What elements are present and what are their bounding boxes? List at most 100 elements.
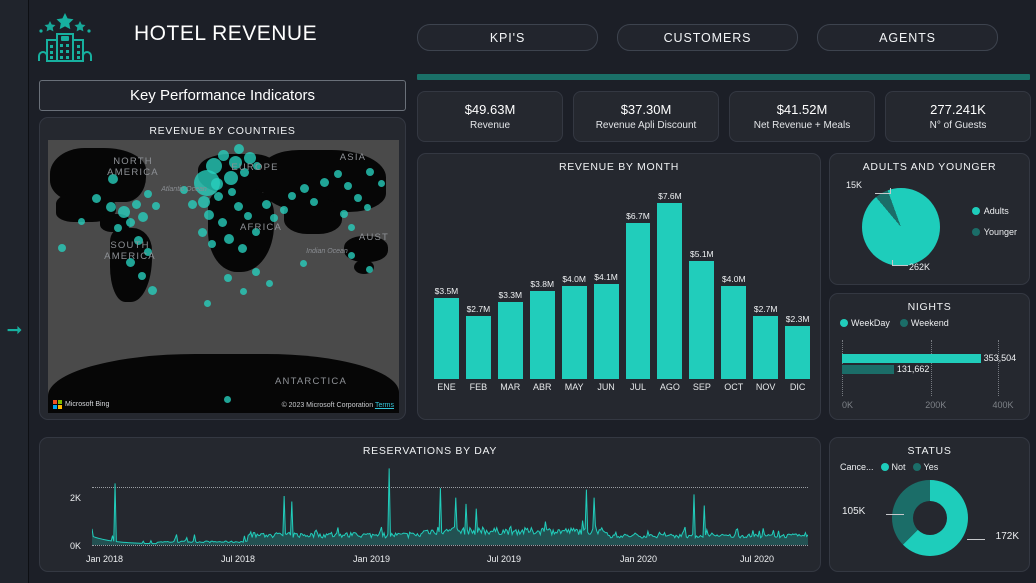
bar-category-label: OCT (724, 382, 744, 392)
adults-younger-pie[interactable] (862, 188, 940, 266)
nights-tick-0: 0K (842, 400, 854, 410)
arrow-right-icon[interactable]: ➞ (0, 310, 29, 350)
bar-rect[interactable] (689, 260, 715, 379)
nights-plot: 353,504 131,662 (842, 340, 1019, 396)
revenue-by-countries-card: REVENUE BY COUNTRIES NORTH AMERICA SOUTH… (39, 117, 406, 420)
bar-column[interactable]: $2.7M (465, 184, 491, 379)
revenue-by-month-bars: $3.5M $2.7M $3.3M $3.8M $4.0M $4.1M $6.7M $7.6M… (434, 184, 811, 379)
kpi-value: $41.52M (776, 102, 828, 117)
map-copyright: © 2023 Microsoft Corporation Terms (282, 402, 394, 409)
bar-value-label: $4.1M (594, 271, 618, 282)
kpi-value: $37.30M (620, 102, 672, 117)
bar-category-label: FEB (469, 382, 488, 392)
reservations-ytick-2k: 2K (70, 493, 82, 503)
world-map[interactable]: NORTH AMERICA SOUTH AMERICA EUROPE ASIA … (48, 140, 399, 413)
bar-rect[interactable] (625, 223, 651, 379)
bar-category-label: JUL (629, 382, 646, 392)
reservations-gridline-0k (92, 545, 808, 546)
bar-rect[interactable] (657, 202, 683, 379)
reservations-xtick-0: Jan 2018 (86, 554, 124, 564)
kpi-section-banner-label: Key Performance Indicators (129, 87, 316, 104)
nights-bar-weekend[interactable] (842, 365, 894, 374)
bar-column[interactable]: $7.6M (657, 184, 683, 379)
kpi-card-net-revenue-meals[interactable]: $41.52M Net Revenue + Meals (729, 91, 875, 142)
pie-leader-younger (875, 188, 891, 194)
bar-category-label: SEP (692, 382, 711, 392)
hotel-building-stars-icon (29, 7, 101, 65)
legend-item-adults[interactable]: Adults (971, 206, 1017, 216)
nights-value-weekend: 131,662 (896, 364, 930, 374)
bar-column[interactable]: $3.8M (529, 184, 555, 379)
reservations-by-day-card: RESERVATIONS BY DAY 2K 0K Jan 2018 Jul 2… (39, 437, 821, 572)
legend-label-yes: Yes (923, 462, 939, 472)
revenue-by-month-xaxis: ENE FEB MAR ABR MAY JUN JUL AGO SEP OCT NOV DIC (434, 382, 810, 392)
tab-kpis[interactable]: KPI'S (417, 24, 598, 51)
reservations-ytick-0k: 0K (70, 541, 82, 551)
reservations-xtick-1: Jul 2018 (221, 554, 256, 564)
legend-swatch-weekend (899, 319, 908, 327)
map-title: REVENUE BY COUNTRIES (149, 125, 296, 137)
nav-tabs: KPI'S CUSTOMERS AGENTS (417, 24, 998, 51)
bar-column[interactable]: $4.0M (721, 184, 747, 379)
status-donut[interactable] (892, 480, 968, 556)
bar-rect[interactable] (561, 286, 587, 379)
bar-column[interactable]: $6.7M (625, 184, 651, 379)
nights-title: NIGHTS (907, 301, 952, 313)
bar-column[interactable]: $4.0M (561, 184, 587, 379)
bar-column[interactable]: $4.1M (593, 184, 619, 379)
microsoft-logo-icon (53, 400, 62, 409)
bar-column[interactable]: $3.3M (497, 184, 523, 379)
legend-item-yes[interactable]: Yes (912, 462, 939, 472)
bar-value-label: $4.0M (562, 274, 586, 285)
bar-value-label: $6.7M (626, 211, 650, 222)
bar-column[interactable]: $3.5M (434, 184, 459, 379)
reservations-plot[interactable] (92, 466, 808, 546)
kpi-card-revenue-apli-discount[interactable]: $37.30M Revenue Apli Discount (573, 91, 719, 142)
tab-customers[interactable]: CUSTOMERS (617, 24, 798, 51)
legend-swatch-younger (971, 228, 980, 236)
bar-rect[interactable] (753, 316, 779, 379)
bar-category-label: MAY (564, 382, 584, 392)
bar-rect[interactable] (434, 297, 459, 379)
legend-label-weekend: Weekend (910, 318, 949, 328)
map-terms-link[interactable]: Terms (375, 402, 394, 409)
bar-category-label: JUN (597, 382, 615, 392)
bar-rect[interactable] (529, 290, 555, 379)
bar-column[interactable]: $2.3M (785, 184, 811, 379)
nights-card: NIGHTS WeekDay Weekend 353,504 131,662 0… (829, 293, 1030, 420)
nights-tick-1: 200K (925, 400, 947, 410)
reservations-title: RESERVATIONS BY DAY (362, 445, 498, 457)
tab-agents[interactable]: AGENTS (817, 24, 998, 51)
adults-and-younger-card: ADULTS AND YOUNGER 15K 262K Adults Young… (829, 153, 1030, 285)
kpi-label: Revenue Apli Discount (595, 120, 697, 131)
kpi-label: Net Revenue + Meals (753, 120, 851, 131)
bar-rect[interactable] (721, 286, 747, 379)
bar-column[interactable]: $5.1M (689, 184, 715, 379)
header-divider (417, 74, 1030, 80)
status-leader-not (967, 539, 985, 540)
nights-bar-weekday[interactable] (842, 354, 981, 363)
bar-rect[interactable] (497, 302, 523, 379)
bar-category-label: MAR (500, 382, 521, 392)
legend-item-not[interactable]: Not (880, 462, 906, 472)
legend-item-weekday[interactable]: WeekDay (840, 318, 890, 328)
bar-value-label: $2.7M (466, 304, 491, 315)
bar-rect[interactable] (593, 283, 619, 379)
legend-item-weekend[interactable]: Weekend (899, 318, 949, 328)
bar-category-label: AGO (659, 382, 680, 392)
bar-rect[interactable] (465, 316, 491, 379)
legend-swatch-adults (971, 207, 980, 215)
legend-item-younger[interactable]: Younger (971, 227, 1017, 237)
kpi-cards: $49.63M Revenue $37.30M Revenue Apli Dis… (417, 91, 1031, 142)
legend-label-adults: Adults (983, 206, 1009, 216)
bar-column[interactable]: $2.7M (753, 184, 779, 379)
bar-value-label: $3.8M (530, 278, 555, 289)
kpi-card-number-of-guests[interactable]: 277.241K N° of Guests (885, 91, 1031, 142)
bar-rect[interactable] (785, 325, 811, 379)
kpi-card-revenue[interactable]: $49.63M Revenue (417, 91, 563, 142)
bar-value-label: $2.3M (785, 313, 810, 324)
legend-label-younger: Younger (983, 227, 1017, 237)
nights-value-weekday: 353,504 (983, 353, 1017, 363)
reservations-xtick-4: Jan 2020 (620, 554, 658, 564)
bing-provider-label: Microsoft Bing (65, 401, 110, 408)
